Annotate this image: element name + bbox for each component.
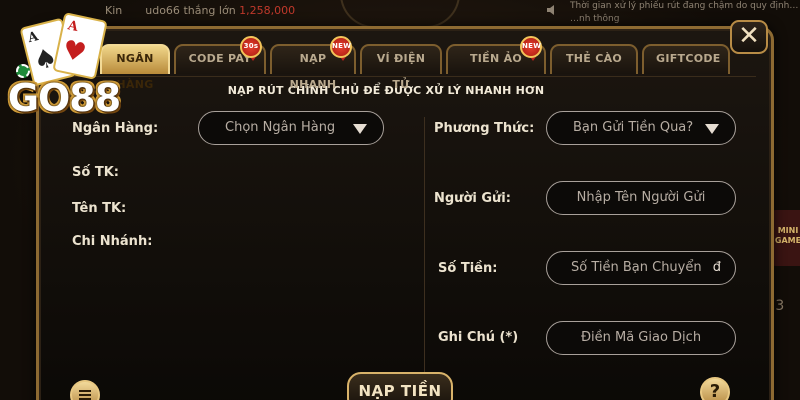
- method-select-placeholder: Bạn Gửi Tiền Qua?: [573, 120, 694, 135]
- method-label: Phương Thức:: [434, 121, 535, 136]
- amount-label: Số Tiền:: [438, 261, 498, 276]
- timer-badge: 30s: [240, 36, 262, 58]
- tab-label: NẠP NHANH: [289, 52, 337, 91]
- heart-icon: ♥: [59, 34, 89, 70]
- currency-suffix: đ: [712, 260, 721, 275]
- note-input[interactable]: Điền Mã Giao Dịch: [546, 321, 736, 355]
- sender-placeholder: Nhập Tên Người Gửi: [576, 190, 706, 205]
- go88-logo: A ♠ A ♥ GO88: [2, 6, 126, 126]
- amount-input[interactable]: Số Tiền Bạn Chuyển đ: [546, 251, 736, 285]
- card-rank: A: [26, 29, 40, 47]
- tab-crypto[interactable]: TIỀN ẢO NEW: [446, 36, 546, 74]
- logo-text: GO88: [7, 76, 121, 120]
- note-placeholder: Điền Mã Giao Dịch: [580, 330, 702, 345]
- branch-label: Chi Nhánh:: [72, 234, 153, 249]
- note-label: Ghi Chú (*): [438, 330, 519, 345]
- tab-e-wallet[interactable]: VÍ ĐIỆN TỬ: [360, 44, 442, 91]
- ticker-amount: 1,258,000: [239, 4, 296, 17]
- account-name-label: Tên TK:: [72, 201, 127, 216]
- winner-ticker: Kin udo66 thắng lớn 1,258,000: [105, 4, 295, 17]
- screen: Kin udo66 thắng lớn 1,258,000 Thời gian …: [0, 0, 800, 400]
- bank-select[interactable]: Chọn Ngân Hàng: [198, 111, 384, 145]
- account-number-label: Số TK:: [72, 165, 119, 180]
- tab-giftcode[interactable]: GIFTCODE: [642, 44, 730, 74]
- column-divider: [424, 117, 425, 387]
- amount-placeholder: Số Tiền Bạn Chuyển: [571, 260, 702, 275]
- new-badge: NEW: [520, 36, 542, 58]
- notice-text: Thời gian xử lý phiếu rút đang chậm do q…: [570, 1, 799, 24]
- sender-label: Người Gửi:: [434, 191, 511, 206]
- tab-label: GIFTCODE: [656, 52, 721, 65]
- card-rank: A: [66, 18, 80, 35]
- lobby-logo-shape: [340, 0, 460, 28]
- dropdown-arrow-icon: [353, 124, 367, 134]
- close-button[interactable]: ✕: [730, 20, 768, 54]
- help-button[interactable]: ?: [700, 377, 730, 400]
- sender-input[interactable]: Nhập Tên Người Gửi: [546, 181, 736, 215]
- speaker-icon: [547, 5, 554, 15]
- tab-label: TIỀN ẢO: [469, 52, 523, 65]
- tab-fast-deposit[interactable]: NẠP NHANH NEW: [270, 36, 356, 91]
- tab-bar: NGÂN HÀNG CODE PAY 30s NẠP NHANH NEW VÍ ĐI…: [100, 36, 730, 91]
- bank-select-placeholder: Chọn Ngân Hàng: [225, 120, 336, 135]
- tab-code-pay[interactable]: CODE PAY 30s: [174, 36, 266, 74]
- deposit-submit-button[interactable]: NẠP TIỀN: [347, 372, 453, 400]
- bank-deposit-panel: NẠP RÚT CHÍNH CHỦ ĐỂ ĐƯỢC XỬ LÝ NHANH HƠ…: [46, 76, 756, 400]
- method-select[interactable]: Bạn Gửi Tiền Qua?: [546, 111, 736, 145]
- tab-label: THẺ CÀO: [565, 52, 623, 65]
- list-icon: [79, 390, 91, 400]
- tab-scratch-card[interactable]: THẺ CÀO: [550, 44, 638, 74]
- ticker-user: udo66: [145, 4, 180, 17]
- ticker-action: thắng lớn: [183, 4, 236, 17]
- dropdown-arrow-icon: [705, 124, 719, 134]
- new-badge: NEW: [330, 36, 352, 58]
